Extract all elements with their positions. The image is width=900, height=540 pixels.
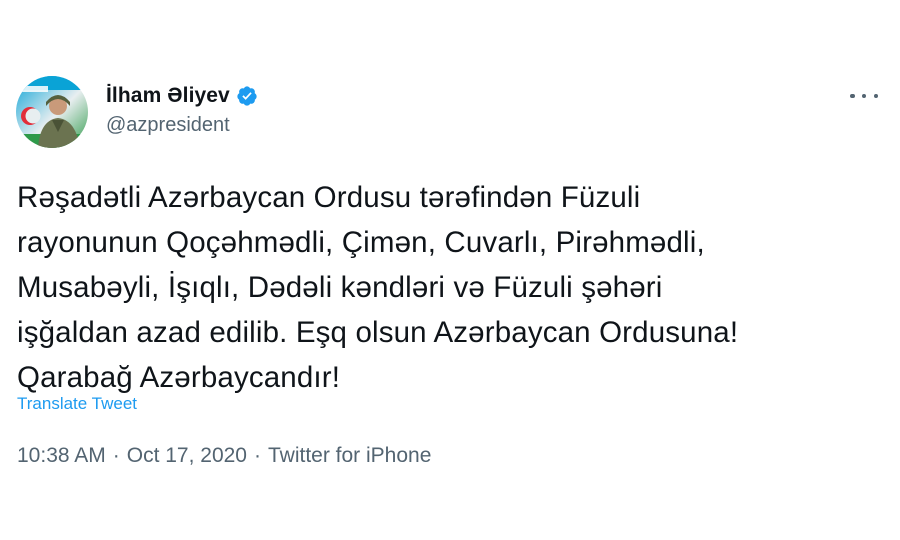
tweet-text-line: Musabəyli, İşıqlı, Dədəli kəndləri və Fü… [17,271,663,304]
tweet-time[interactable]: 10:38 AM [17,444,106,467]
tweet-text: Rəşadətli Azərbaycan Ordusu tərəfindən F… [17,175,887,400]
avatar[interactable] [16,76,88,148]
more-horizontal-icon[interactable] [850,86,878,106]
tweet-metadata: 10:38 AM · Oct 17, 2020 · Twitter for iPhone [17,444,431,468]
tweet-text-line: işğaldan azad edilib. Eşq olsun Azərbayc… [17,316,739,349]
more-dot [850,93,855,99]
more-dot [873,93,878,99]
author-handle[interactable]: @azpresident [106,114,230,137]
tweet-date[interactable]: Oct 17, 2020 [127,444,247,467]
tweet-card: İlham Əliyev @azpresident Rəşadətli Azər… [0,0,900,540]
verified-badge-icon [236,85,258,107]
tweet-text-line: rayonunun Qoçəhmədli, Çimən, Cuvarlı, Pi… [17,226,705,259]
more-dot [861,93,867,99]
tweet-source[interactable]: Twitter for iPhone [268,444,431,467]
author-name-row: İlham Əliyev [106,82,258,110]
translate-tweet-link[interactable]: Translate Tweet [17,394,137,414]
meta-separator: · [112,444,120,467]
tweet-text-line: Qarabağ Azərbaycandır! [17,361,341,394]
avatar-image [16,76,88,148]
meta-separator: · [253,444,261,467]
author-display-name[interactable]: İlham Əliyev [106,84,230,108]
tweet-text-line: Rəşadətli Azərbaycan Ordusu tərəfindən F… [17,181,641,214]
